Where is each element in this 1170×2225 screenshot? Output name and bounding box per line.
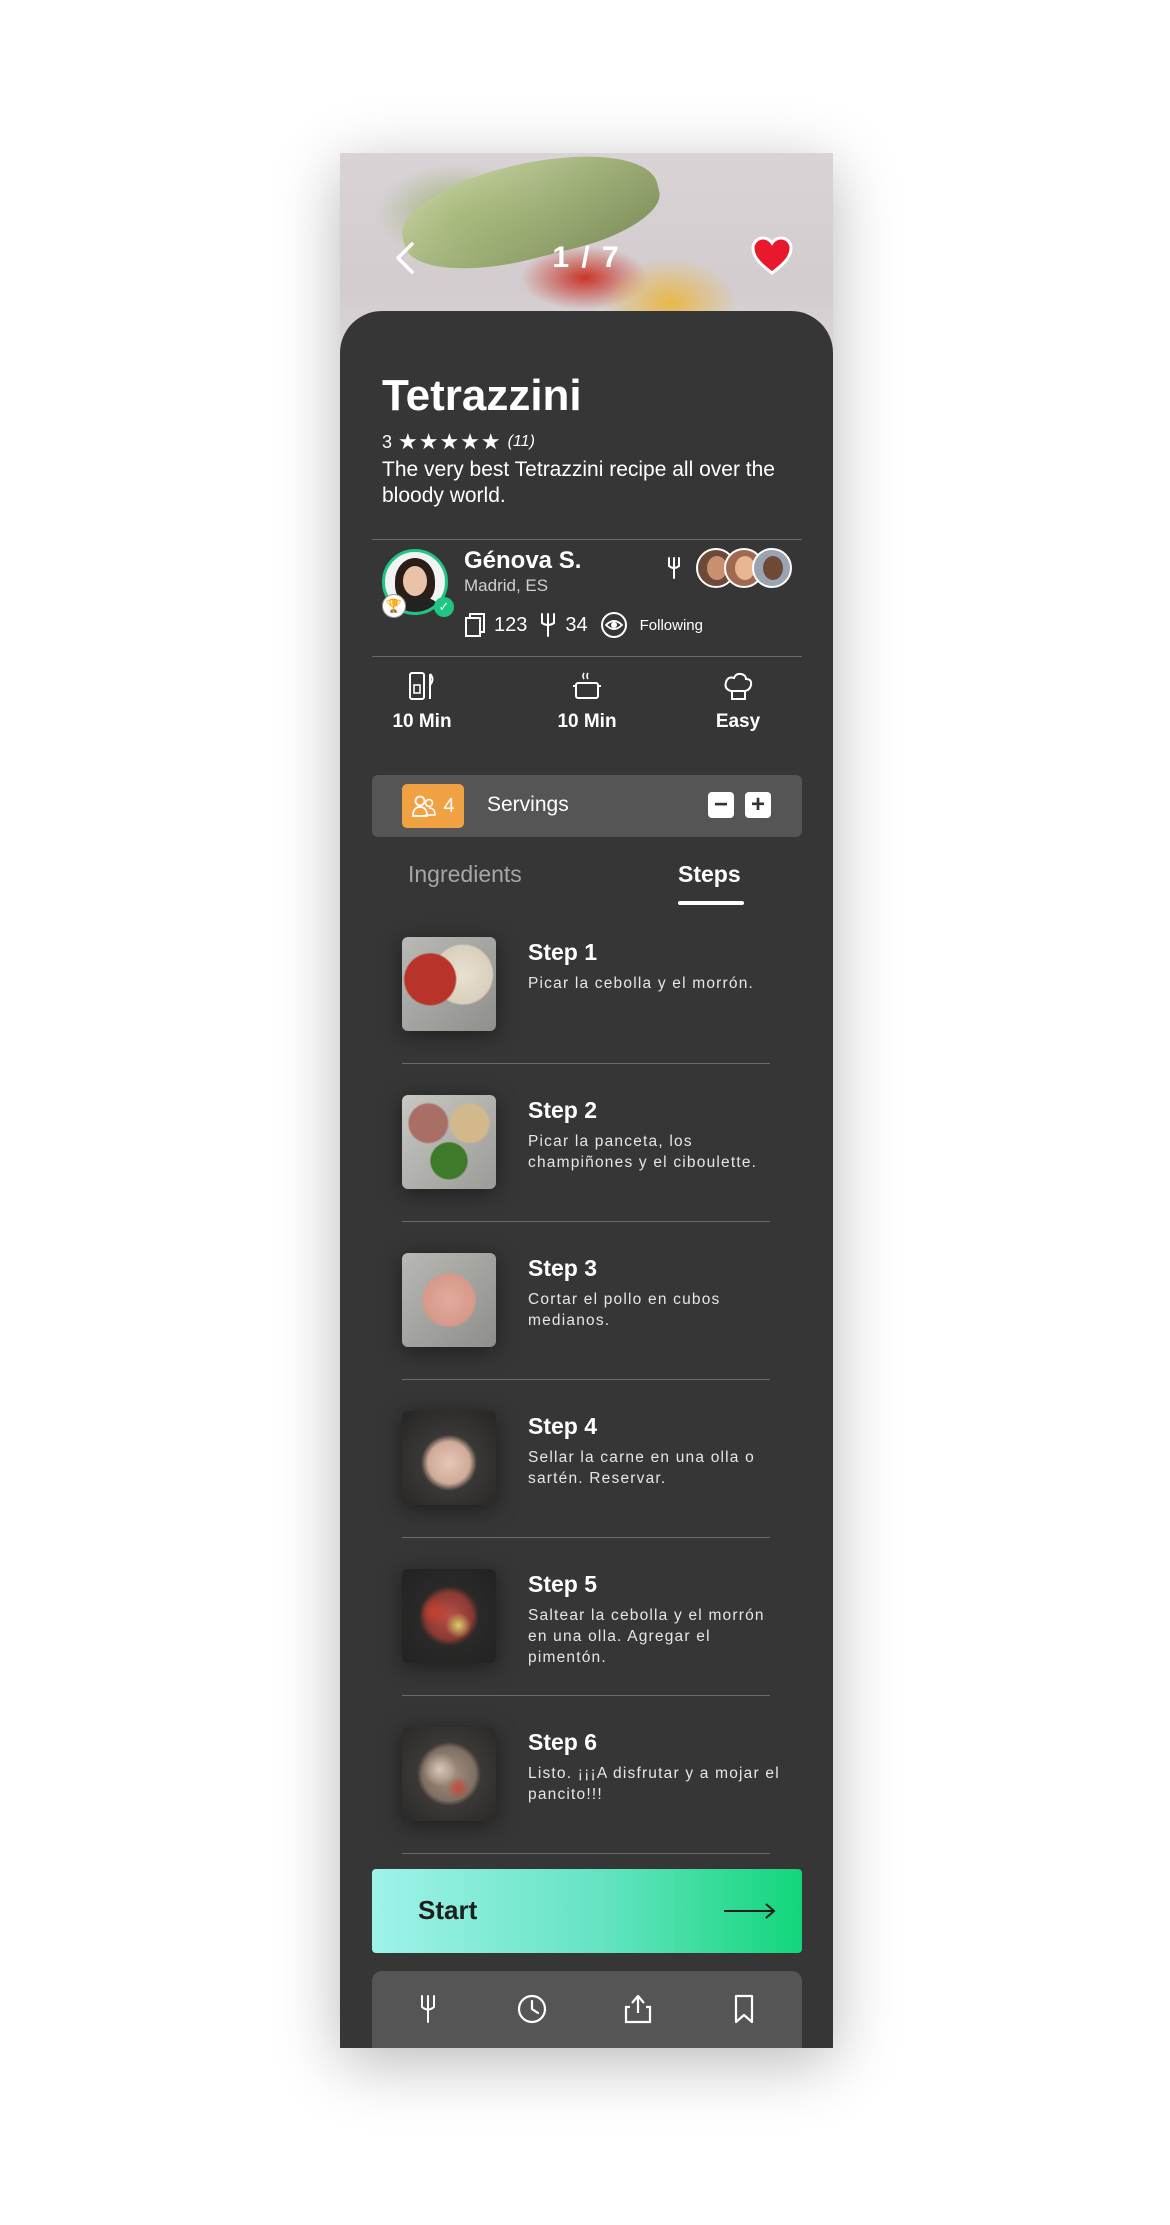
servings-increase-button[interactable]: + (745, 792, 771, 818)
step-thumbnail (402, 1411, 496, 1505)
recipes-icon (465, 613, 485, 637)
trophy-icon: 🏆 (382, 594, 406, 618)
share-icon (624, 1994, 652, 2024)
clock-icon (517, 1994, 547, 2024)
step-title: Step 3 (528, 1255, 598, 1281)
people-icon (412, 795, 437, 817)
cook-time: 10 Min (512, 671, 662, 733)
recipe-description: The very best Tetrazzini recipe all over… (382, 458, 775, 507)
prep-time-icon (409, 672, 434, 700)
heart-icon (751, 236, 793, 275)
rating-stars-icon: ★★★★★ (398, 429, 502, 454)
rating-count: (11) (507, 433, 535, 450)
step-item[interactable]: Step 2 Picar la panceta, los champiñones… (402, 1095, 812, 1253)
cook-time-label: 10 Min (557, 711, 617, 732)
step-thumbnail (402, 1095, 496, 1189)
step-text: Picar la panceta, los champiñones y el c… (528, 1133, 758, 1171)
servings-count-badge: 4 (402, 784, 464, 828)
toolbar-clock-button[interactable] (516, 1993, 548, 2025)
step-title: Step 1 (528, 939, 598, 965)
recipes-stat: 123 (464, 612, 527, 638)
cook-time-icon (573, 672, 601, 699)
forks-stat: 34 (539, 612, 588, 638)
chef-hat-icon (724, 672, 753, 700)
divider (402, 1221, 770, 1222)
step-text: Picar la cebolla y el morrón. (528, 975, 755, 992)
recipe-title: Tetrazzini (382, 371, 582, 420)
step-thumbnail (402, 1727, 496, 1821)
step-item[interactable]: Step 1 Picar la cebolla y el morrón. (402, 937, 812, 1095)
rating-value: 3 (382, 431, 393, 452)
start-button[interactable]: Start (372, 1869, 802, 1953)
step-title: Step 2 (528, 1097, 598, 1123)
divider (402, 1063, 770, 1064)
step-item[interactable]: Step 3 Cortar el pollo en cubos medianos… (402, 1253, 812, 1411)
step-text: Listo. ¡¡¡A disfrutar y a mojar el panci… (528, 1765, 780, 1803)
recipe-rating: 3 ★★★★★ (11) (382, 429, 535, 455)
divider (402, 1695, 770, 1696)
step-thumbnail (402, 1253, 496, 1347)
follower-avatar (752, 548, 792, 588)
recipe-screen: 1 / 7 Tetrazzini 3 ★★★★★ (11) The very b… (340, 153, 833, 2048)
recipes-count: 123 (494, 613, 528, 636)
step-item[interactable]: Step 5 Saltear la cebolla y el morrón en… (402, 1569, 812, 1727)
step-title: Step 4 (528, 1413, 598, 1439)
step-text: Sellar la carne en una olla o sartén. Re… (528, 1449, 755, 1487)
divider (402, 1537, 770, 1538)
divider (372, 539, 802, 540)
step-title: Step 6 (528, 1729, 598, 1755)
step-thumbnail (402, 1569, 496, 1663)
steps-list: Step 1 Picar la cebolla y el morrón. Ste… (402, 937, 812, 1885)
divider (402, 1853, 770, 1854)
fork-icon (421, 1995, 435, 2023)
difficulty-label: Easy (715, 711, 761, 732)
step-title: Step 5 (528, 1571, 598, 1597)
author-name[interactable]: Génova S. (464, 547, 581, 575)
toolbar-share-button[interactable] (622, 1993, 654, 2025)
step-text: Saltear la cebolla y el morrón en una ol… (528, 1607, 765, 1666)
eye-icon (600, 612, 627, 638)
servings-label: Servings (487, 793, 569, 816)
bookmark-icon (734, 1994, 754, 2024)
difficulty: Easy (663, 671, 813, 733)
step-item[interactable]: Step 4 Sellar la carne en una olla o sar… (402, 1411, 812, 1569)
toolbar-bookmark-button[interactable] (728, 1993, 760, 2025)
following-label: Following (639, 616, 703, 634)
toolbar-fork-button[interactable] (412, 1993, 444, 2025)
verified-check-icon: ✓ (434, 597, 454, 617)
bottom-toolbar (372, 1971, 802, 2048)
arrow-right-icon (724, 1903, 776, 1919)
prep-time-label: 10 Min (392, 711, 452, 732)
step-thumbnail (402, 937, 496, 1031)
author-location: Madrid, ES (464, 576, 549, 595)
divider (372, 656, 802, 657)
step-item[interactable]: Step 6 Listo. ¡¡¡A disfrutar y a mojar e… (402, 1727, 812, 1885)
author-stats: 123 34 Following (464, 611, 715, 639)
recipe-sheet: Tetrazzini 3 ★★★★★ (11) The very best Te… (340, 311, 833, 2048)
divider (402, 1379, 770, 1380)
forks-count: 34 (565, 613, 588, 636)
tab-ingredients[interactable]: Ingredients (408, 861, 522, 888)
prep-time: 10 Min (347, 671, 497, 733)
active-tab-indicator (678, 901, 744, 905)
servings-bar: 4 Servings − + (372, 775, 802, 837)
tab-steps[interactable]: Steps (678, 861, 741, 888)
following-toggle[interactable]: Following (600, 611, 703, 639)
followers-avatars[interactable] (696, 548, 796, 590)
favorite-button[interactable] (750, 235, 794, 277)
step-text: Cortar el pollo en cubos medianos. (528, 1291, 721, 1329)
fork-icon (541, 613, 556, 637)
servings-decrease-button[interactable]: − (708, 792, 734, 818)
start-label: Start (418, 1895, 478, 1925)
servings-count: 4 (443, 794, 455, 817)
fork-icon (668, 557, 680, 579)
